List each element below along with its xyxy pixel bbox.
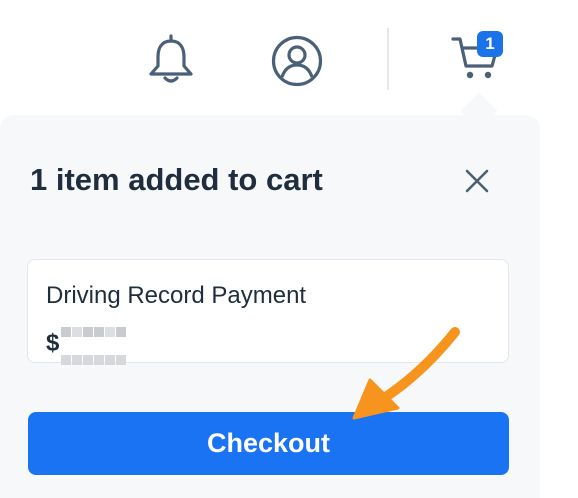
cart-item-price: $ bbox=[46, 316, 127, 372]
screen: 1 1 item added to cart Driving Record Pa… bbox=[0, 0, 578, 498]
close-icon[interactable] bbox=[462, 166, 492, 196]
header-divider bbox=[387, 28, 389, 90]
popover-title: 1 item added to cart bbox=[30, 162, 323, 197]
bell-icon[interactable] bbox=[146, 32, 196, 84]
cart-item-name: Driving Record Payment bbox=[46, 282, 307, 309]
user-icon[interactable] bbox=[270, 34, 324, 88]
cart-item-card: Driving Record Payment $ bbox=[27, 259, 509, 365]
price-currency: $ bbox=[46, 329, 60, 357]
checkout-button[interactable]: Checkout bbox=[28, 412, 509, 475]
price-redacted bbox=[61, 316, 127, 372]
cart-count-badge: 1 bbox=[477, 31, 503, 57]
